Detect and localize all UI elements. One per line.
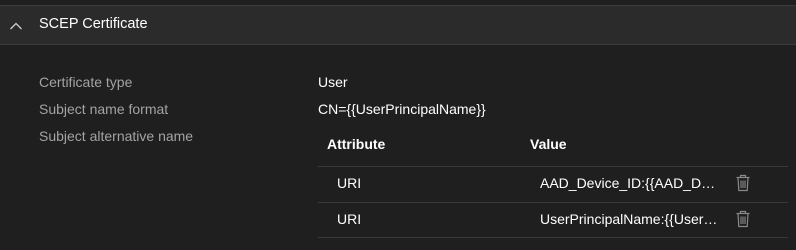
row-divider — [318, 202, 788, 203]
trash-icon[interactable] — [735, 174, 751, 192]
row-attribute-cell: URI — [337, 175, 362, 191]
section-title: SCEP Certificate — [39, 16, 148, 32]
row-divider — [318, 166, 788, 167]
scep-certificate-panel: SCEP Certificate Certificate type User S… — [0, 0, 796, 250]
column-header-attribute: Attribute — [327, 136, 386, 152]
subject-name-format-value: CN={{UserPrincipalName}} — [318, 101, 486, 117]
row-value-cell: UserPrincipalName:{{UserPrincipalName}} — [540, 211, 720, 227]
certificate-type-label: Certificate type — [39, 74, 133, 90]
column-header-value: Value — [530, 136, 567, 152]
subject-name-format-label: Subject name format — [39, 101, 169, 117]
chevron-up-icon[interactable] — [9, 19, 23, 31]
row-attribute-cell: URI — [337, 211, 362, 227]
certificate-type-value: User — [318, 74, 348, 90]
subject-alternative-name-label: Subject alternative name — [39, 128, 194, 144]
section-header-scep-certificate[interactable]: SCEP Certificate — [0, 6, 796, 45]
row-divider — [318, 237, 788, 238]
trash-icon[interactable] — [735, 210, 751, 228]
row-value-cell: AAD_Device_ID:{{AAD_Device_ID}} — [540, 175, 720, 191]
